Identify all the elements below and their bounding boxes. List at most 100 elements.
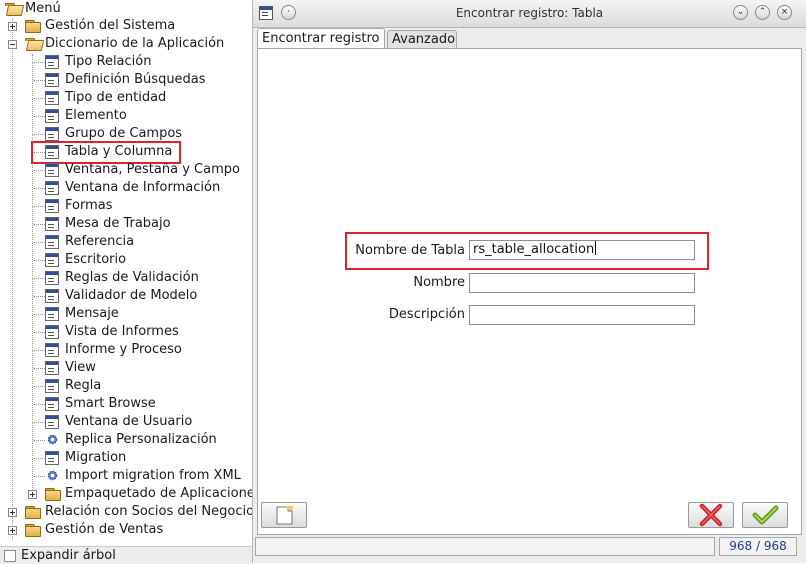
window-icon	[45, 235, 59, 249]
expand-icon[interactable]	[8, 22, 17, 31]
status-bar: 968 / 968	[255, 537, 804, 557]
window-icon	[45, 217, 59, 231]
tree-item-reglas-validacion[interactable]: Reglas de Validación	[0, 269, 252, 287]
new-record-button[interactable]	[261, 502, 307, 528]
window-icon	[45, 415, 59, 429]
minimize-icon[interactable]: ⌄	[733, 5, 748, 20]
window-icon	[45, 109, 59, 123]
tree-item-label: Formas	[65, 198, 113, 213]
tree-item-tipo-relacion[interactable]: Tipo Relación	[0, 53, 252, 71]
tree-item-import-migration[interactable]: Import migration from XML	[0, 467, 252, 485]
tree-item-escritorio[interactable]: Escritorio	[0, 251, 252, 269]
window-icon	[45, 307, 59, 321]
tree-item-gestion-sistema[interactable]: Gestión del Sistema	[0, 17, 252, 35]
cancel-button[interactable]	[688, 502, 734, 528]
tree-item-label: Import migration from XML	[65, 468, 241, 483]
tree-item-diccionario[interactable]: Diccionario de la Aplicación	[0, 35, 252, 53]
expand-icon[interactable]	[28, 490, 37, 499]
status-message	[255, 537, 715, 556]
nombre-input[interactable]	[469, 273, 695, 293]
tree-item-label: Regla	[65, 378, 102, 393]
tree-item-empaquetado[interactable]: Empaquetado de Aplicaciones	[0, 485, 252, 503]
tree-item-tipo-entidad[interactable]: Tipo de entidad	[0, 89, 252, 107]
folder-icon	[25, 20, 41, 33]
tree-item-label: Ventana de Información	[65, 180, 221, 195]
descripcion-label: Descripción	[388, 307, 465, 322]
tree-item-referencia[interactable]: Referencia	[0, 233, 252, 251]
find-record-dialog: · Encontrar registro: Tabla ⌄ ⌃ × Encont…	[252, 0, 806, 563]
folder-icon	[25, 524, 41, 537]
tree-item-label: Informe y Proceso	[65, 342, 182, 357]
ok-button[interactable]	[742, 502, 788, 528]
tree-item-label: Ventana de Usuario	[65, 414, 193, 429]
expand-tree-label: Expandir árbol	[21, 548, 116, 563]
tree-item-informe-proceso[interactable]: Informe y Proceso	[0, 341, 252, 359]
folder-open-icon	[5, 3, 25, 16]
dialog-title: Encontrar registro: Tabla	[455, 6, 604, 20]
maximize-icon[interactable]: ⌃	[755, 5, 770, 20]
tree-item-migration[interactable]: Migration	[0, 449, 252, 467]
tree-root-label: Menú	[25, 1, 61, 16]
search-panel: Nombre de Tabla rs_table_allocation Nomb…	[257, 48, 802, 535]
tree-item-elemento[interactable]: Elemento	[0, 107, 252, 125]
tree-item-gestion-ventas[interactable]: Gestión de Ventas	[0, 521, 252, 539]
window-icon	[45, 163, 59, 177]
dialog-titlebar[interactable]: · Encontrar registro: Tabla ⌄ ⌃ ×	[253, 0, 806, 28]
close-icon[interactable]: ×	[777, 5, 792, 20]
window-icon	[45, 325, 59, 339]
tree-item-label: Tipo de entidad	[65, 90, 167, 105]
tree-item-regla[interactable]: Regla	[0, 377, 252, 395]
nombre-tabla-label: Nombre de Tabla	[355, 243, 465, 258]
tree-item-ventana-informacion[interactable]: Ventana de Información	[0, 179, 252, 197]
tree-item-vista-informes[interactable]: Vista de Informes	[0, 323, 252, 341]
tree-item-label: Referencia	[65, 234, 135, 249]
tree-root[interactable]: Menú	[0, 0, 252, 18]
tree-item-relacion-socios[interactable]: Relación con Socios del Negocio	[0, 503, 252, 521]
tree-item-label: Smart Browse	[65, 396, 156, 411]
tree-item-formas[interactable]: Formas	[0, 197, 252, 215]
expand-icon[interactable]	[8, 508, 17, 517]
tree-item-replica-personalizacion[interactable]: Replica Personalización	[0, 431, 252, 449]
tree-item-definicion-busquedas[interactable]: Definición Búsquedas	[0, 71, 252, 89]
tree-item-view[interactable]: View	[0, 359, 252, 377]
tree-item-smart-browse[interactable]: Smart Browse	[0, 395, 252, 413]
tree-item-label: Gestión de Ventas	[45, 522, 164, 537]
tree-item-label: Escritorio	[65, 252, 127, 267]
tab-encontrar-registro[interactable]: Encontrar registro	[257, 28, 385, 49]
nombre-tabla-value: rs_table_allocation	[473, 242, 595, 257]
tree-item-label: Gestión del Sistema	[45, 18, 176, 33]
window-icon	[45, 127, 59, 141]
tree-item-label: Migration	[65, 450, 127, 465]
tree-item-label: Vista de Informes	[65, 324, 179, 339]
window-icon	[45, 199, 59, 213]
tab-avanzado[interactable]: Avanzado	[387, 30, 457, 49]
cancel-x-icon	[699, 503, 723, 527]
tree-item-label: Ventana, Pestaña y Campo	[65, 162, 240, 177]
tree-item-mensaje[interactable]: Mensaje	[0, 305, 252, 323]
descripcion-input[interactable]	[469, 305, 695, 325]
expand-tree-checkbox[interactable]	[4, 550, 16, 562]
window-icon	[45, 397, 59, 411]
tree-item-label: Relación con Socios del Negocio	[45, 504, 252, 519]
collapse-icon[interactable]	[8, 40, 17, 49]
folder-icon	[25, 506, 41, 519]
window-icon	[45, 361, 59, 375]
window-icon	[45, 379, 59, 393]
tree-item-ventana-usuario[interactable]: Ventana de Usuario	[0, 413, 252, 431]
tree-item-ventana-pestana-campo[interactable]: Ventana, Pestaña y Campo	[0, 161, 252, 179]
expand-icon[interactable]	[8, 526, 17, 535]
expand-tree-row: Expandir árbol	[0, 546, 252, 564]
tree-item-mesa-trabajo[interactable]: Mesa de Trabajo	[0, 215, 252, 233]
window-icon	[45, 289, 59, 303]
tree-item-validador-modelo[interactable]: Validador de Modelo	[0, 287, 252, 305]
folder-open-icon	[25, 38, 45, 51]
window-icon	[45, 73, 59, 87]
menu-tree: Menú Gestión del Sistema Diccionario de …	[0, 0, 252, 545]
window-icon	[45, 55, 59, 69]
folder-icon	[45, 488, 61, 501]
tree-item-label: Elemento	[65, 108, 127, 123]
tree-item-label: Tipo Relación	[65, 54, 152, 69]
nombre-tabla-input[interactable]: rs_table_allocation	[469, 240, 695, 260]
nombre-label: Nombre	[413, 275, 465, 290]
record-count: 968 / 968	[719, 537, 797, 556]
